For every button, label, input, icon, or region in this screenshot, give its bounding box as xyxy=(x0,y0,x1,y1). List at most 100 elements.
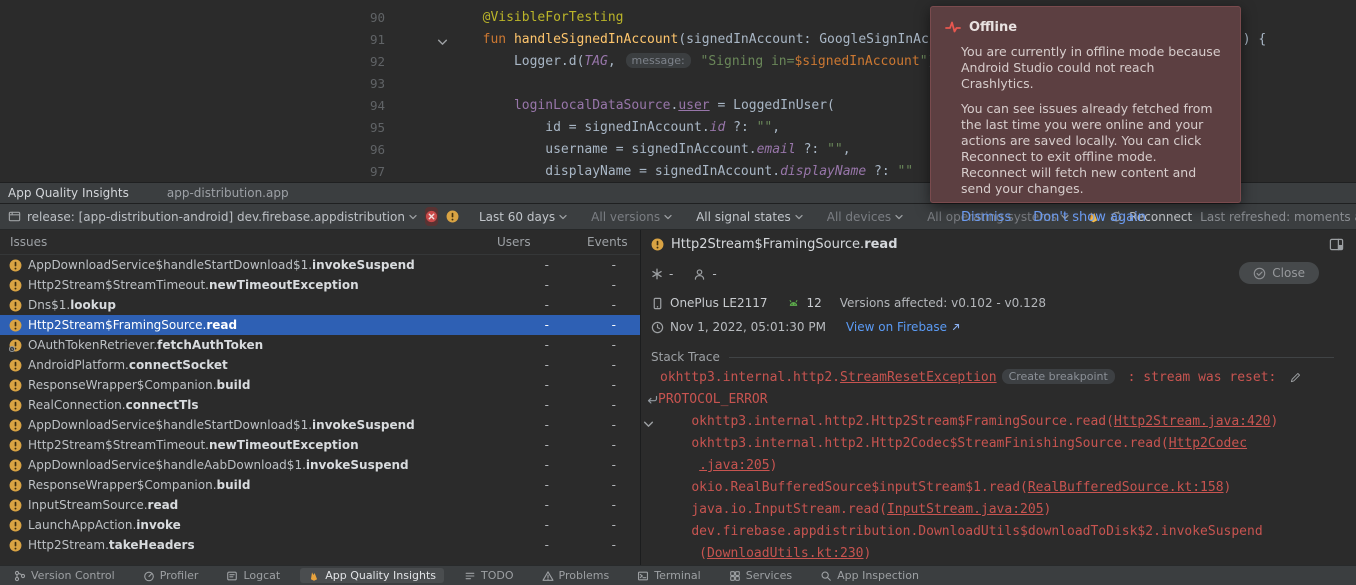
close-issue-button[interactable]: Close xyxy=(1239,262,1319,284)
statusbar-item-profiler[interactable]: Profiler xyxy=(135,568,207,583)
stack-text: : stream was reset: xyxy=(1120,370,1284,385)
issue-users-count: - xyxy=(497,338,565,352)
view-on-firebase-link[interactable]: View on Firebase xyxy=(846,320,961,334)
device-row: OnePlus LE2117 12 Versions affected: v0.… xyxy=(641,292,1356,314)
code-token: ( xyxy=(678,32,686,47)
issue-row[interactable]: AndroidPlatform.connectSocket-- xyxy=(0,355,640,375)
filter-all-signal-states[interactable]: All signal states xyxy=(696,210,803,224)
stack-frame-link[interactable]: DownloadUtils.kt:230 xyxy=(707,546,864,561)
warning-icon xyxy=(8,299,22,312)
issue-title: AppDownloadService$handleStartDownload$1… xyxy=(28,258,497,272)
statusbar-item-services[interactable]: Services xyxy=(721,568,800,583)
stack-frame-link[interactable]: RealBufferedSource.kt:158 xyxy=(1028,480,1224,495)
issues-header: Issues Users Events xyxy=(0,230,640,255)
event-timestamp: Nov 1, 2022, 05:01:30 PM xyxy=(670,320,826,334)
issue-events-count: - xyxy=(565,418,640,432)
code-token: ) { xyxy=(1243,32,1266,47)
issue-title: AppDownloadService$handleStartDownload$1… xyxy=(28,418,497,432)
issue-class: LaunchAppAction. xyxy=(28,518,136,532)
issue-events-count: - xyxy=(565,338,640,352)
issue-row[interactable]: AppDownloadService$handleStartDownload$1… xyxy=(0,415,640,435)
stack-text: ) xyxy=(864,546,872,561)
issue-counts-row: - - Close xyxy=(641,261,1356,287)
stack-frame-link[interactable]: Http2Codec xyxy=(1169,436,1247,451)
build-variant-selector[interactable]: release: [app-distribution-android] dev.… xyxy=(27,210,405,224)
warning-icon xyxy=(8,499,22,512)
issue-row[interactable]: InputStreamSource.read-- xyxy=(0,495,640,515)
firebase-link-label: View on Firebase xyxy=(846,320,947,334)
issue-row[interactable]: Http2Stream$StreamTimeout.newTimeoutExce… xyxy=(0,275,640,295)
stack-frame-link[interactable]: InputStream.java:205 xyxy=(887,502,1044,517)
stack-line: dev.firebase.appdistribution.DownloadUti… xyxy=(641,524,1356,546)
issue-row[interactable]: OAuthTokenRetriever.fetchAuthToken-- xyxy=(0,335,640,355)
code-token: , xyxy=(772,120,780,135)
code-token: . xyxy=(749,142,757,157)
problems-icon xyxy=(542,570,554,582)
issue-class: AppDownloadService$handleStartDownload$1… xyxy=(28,258,312,272)
dont-show-again-link[interactable]: Don't show again xyxy=(1033,210,1146,225)
issue-events-count: - xyxy=(565,458,640,472)
issue-class: AppDownloadService$handleStartDownload$1… xyxy=(28,418,312,432)
dismiss-link[interactable]: Dismiss xyxy=(961,210,1011,225)
issue-row[interactable]: LaunchAppAction.invoke-- xyxy=(0,515,640,535)
statusbar-item-version-control[interactable]: Version Control xyxy=(6,568,123,583)
filter-all-devices[interactable]: All devices xyxy=(827,210,903,224)
issue-method: lookup xyxy=(70,298,116,312)
line-number: 97 xyxy=(0,164,385,179)
code-token: username xyxy=(545,142,608,157)
stack-line: .java:205) xyxy=(641,458,1356,480)
code-token: = LoggedInUser( xyxy=(710,98,835,113)
issue-class: Dns$1. xyxy=(28,298,70,312)
create-breakpoint-inlay[interactable]: Create breakpoint xyxy=(1002,369,1115,384)
chevron-icon xyxy=(559,213,567,221)
issue-row[interactable]: AppDownloadService$handleAabDownload$1.i… xyxy=(0,455,640,475)
issue-method: build xyxy=(217,378,251,392)
offline-notification: Offline You are currently in offline mod… xyxy=(930,6,1241,203)
issue-row[interactable]: RealConnection.connectTls-- xyxy=(0,395,640,415)
stack-frame-link[interactable]: Http2Stream.java:420 xyxy=(1114,414,1271,429)
statusbar-label: Profiler xyxy=(160,569,199,582)
line-number: 91 xyxy=(0,32,385,47)
statusbar-item-todo[interactable]: TODO xyxy=(456,568,522,583)
code-token: id xyxy=(545,120,561,135)
issue-row[interactable]: ResponseWrapper$Companion.build-- xyxy=(0,475,640,495)
line-number: 93 xyxy=(0,76,385,91)
issue-row[interactable]: Http2Stream$FramingSource.read-- xyxy=(0,315,640,335)
android-icon xyxy=(787,297,800,310)
code-token: " xyxy=(920,54,928,69)
notification-paragraph: You can see issues already fetched from … xyxy=(961,101,1226,197)
code-token: = xyxy=(631,164,654,179)
tab-app-distribution[interactable]: app-distribution.app xyxy=(167,186,289,200)
issue-row[interactable]: ResponseWrapper$Companion.build-- xyxy=(0,375,640,395)
fatal-filter-toggle[interactable] xyxy=(425,207,438,226)
issue-title: Dns$1.lookup xyxy=(28,298,497,312)
code-token: $signedInAccount xyxy=(794,54,919,69)
issue-row[interactable]: Http2Stream.takeHeaders-- xyxy=(0,535,640,555)
code-token: signedInAccount xyxy=(631,142,748,157)
issue-users-count: - xyxy=(497,398,565,412)
pencil-icon[interactable] xyxy=(1290,372,1301,383)
warning-icon xyxy=(8,279,22,292)
issue-row[interactable]: Http2Stream$StreamTimeout.newTimeoutExce… xyxy=(0,435,640,455)
issue-users-count: - xyxy=(497,418,565,432)
chevron-down-icon xyxy=(409,213,417,221)
statusbar-item-app-quality-insights[interactable]: App Quality Insights xyxy=(300,568,444,583)
filter-all-versions[interactable]: All versions xyxy=(591,210,672,224)
code-token: "" xyxy=(897,164,913,179)
statusbar-item-problems[interactable]: Problems xyxy=(534,568,618,583)
issue-row[interactable]: Dns$1.lookup-- xyxy=(0,295,640,315)
nonfatal-filter-toggle[interactable] xyxy=(446,207,459,226)
issue-row[interactable]: AppDownloadService$handleStartDownload$1… xyxy=(0,255,640,275)
filter-last-60-days[interactable]: Last 60 days xyxy=(479,210,567,224)
stack-line: PROTOCOL_ERROR xyxy=(641,392,1356,414)
issue-method: connectTls xyxy=(126,398,199,412)
statusbar-item-terminal[interactable]: Terminal xyxy=(629,568,709,583)
panel-toggle-icon[interactable] xyxy=(1329,237,1344,252)
issue-events-count: - xyxy=(565,258,640,272)
statusbar-label: Services xyxy=(746,569,792,582)
stack-frame-link[interactable]: StreamResetException xyxy=(840,370,997,385)
fold-icon[interactable] xyxy=(643,419,654,430)
statusbar-item-app-inspection[interactable]: App Inspection xyxy=(812,568,927,583)
stack-frame-link[interactable]: .java:205 xyxy=(699,458,769,473)
statusbar-item-logcat[interactable]: Logcat xyxy=(218,568,288,583)
